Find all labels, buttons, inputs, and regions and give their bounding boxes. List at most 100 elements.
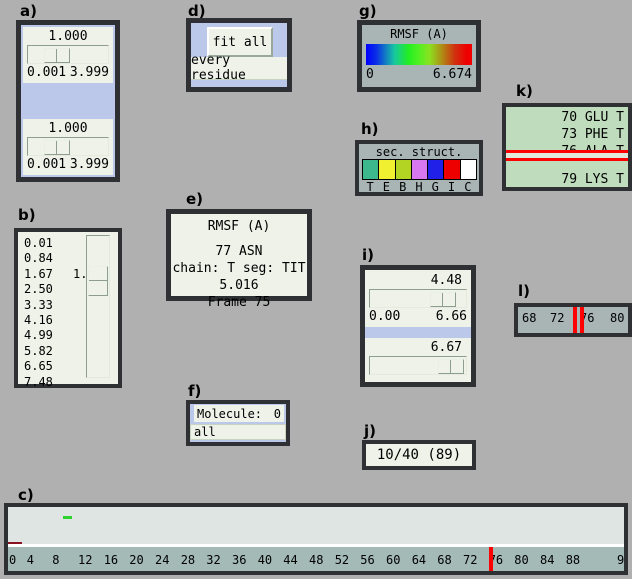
molecule-option-menu[interactable]: Molecule: 0 xyxy=(194,405,284,422)
colorbar-title: RMSF (A) xyxy=(366,27,472,42)
list-item[interactable]: 79 LYS T xyxy=(506,171,628,187)
slider-track[interactable] xyxy=(369,289,467,308)
slider-thumb[interactable] xyxy=(430,292,456,307)
slider-value: 1.000 xyxy=(26,121,110,136)
panel-label-b: b) xyxy=(18,206,36,224)
histogram-tick: 12 xyxy=(78,553,92,567)
scale-tick: 3.33 xyxy=(24,298,53,313)
info-residue: 77 ASN xyxy=(171,243,307,260)
histogram-tick: 88 xyxy=(566,553,580,567)
slider-separator-band xyxy=(365,327,471,338)
histogram-tick: 16 xyxy=(104,553,118,567)
slider-stack: 1.000 0.001 3.999 1.000 0.001 3.999 xyxy=(21,25,115,177)
scale-tick: 0.84 xyxy=(24,251,53,266)
scale-tick: 2.50 xyxy=(24,282,53,297)
histogram-tick: 56 xyxy=(360,553,374,567)
ruler-inner[interactable]: 68 72 76 80 xyxy=(518,307,628,333)
histogram-axis: 0481216202428323640444852566064687276808… xyxy=(8,544,624,571)
list-item[interactable]: 70 GLU T xyxy=(506,109,628,126)
slider-thumb[interactable] xyxy=(44,140,70,155)
molecule-selector-bg: Molecule: 0 all xyxy=(190,404,286,442)
ss-key: T xyxy=(362,180,378,194)
histogram-tick: 52 xyxy=(335,553,349,567)
panel-e-info-box: RMSF (A) 77 ASN chain: T seg: TIT 5.016 … xyxy=(166,209,312,301)
slider-track[interactable] xyxy=(27,45,109,64)
histogram-tick: 64 xyxy=(412,553,426,567)
ruler-tick: 68 xyxy=(522,311,536,325)
histogram-tick: 72 xyxy=(463,553,477,567)
slider-widget[interactable]: 4.48 0.00 6.66 xyxy=(365,270,471,327)
panel-label-h: h) xyxy=(361,120,379,138)
residue-list-inner[interactable]: 70 GLU T 73 PHE T 76 ALA T 79 LYS T 82 A… xyxy=(506,107,628,187)
slider-widget[interactable]: 1.000 0.001 3.999 xyxy=(23,119,113,175)
histogram-tick: 40 xyxy=(258,553,272,567)
info-title: RMSF (A) xyxy=(171,218,307,235)
residue-selection-highlight xyxy=(506,150,628,161)
scale-tick: 0.01 xyxy=(24,236,53,251)
histogram-tick: 68 xyxy=(437,553,451,567)
slider-min: 0.001 xyxy=(27,157,66,172)
slider-max: 3.999 xyxy=(70,65,109,80)
histogram-tick: 48 xyxy=(309,553,323,567)
ss-swatch-C xyxy=(460,159,477,180)
frame-counter-value: 10/40 (89) xyxy=(366,444,472,466)
histogram-frame-marker[interactable] xyxy=(489,547,493,571)
vertical-slider-track[interactable] xyxy=(86,235,110,378)
histogram-tick: 80 xyxy=(514,553,528,567)
selection-entry[interactable]: all xyxy=(190,424,286,440)
histogram-tick: 60 xyxy=(386,553,400,567)
colorbar-range: 0 6.674 xyxy=(366,65,472,82)
slider-max: 3.999 xyxy=(70,157,109,172)
info-frame: Frame 75 xyxy=(171,294,307,311)
panel-label-k: k) xyxy=(516,82,533,100)
ss-swatch-T xyxy=(362,159,379,180)
ss-key: H xyxy=(411,180,427,194)
panel-c-residue-histogram[interactable]: 0481216202428323640444852566064687276808… xyxy=(4,503,628,575)
ss-key: E xyxy=(378,180,394,194)
panel-label-i: i) xyxy=(362,246,374,264)
slider-thumb[interactable] xyxy=(44,48,70,63)
histogram-tick: 0 xyxy=(9,553,16,567)
scale-tick: 7.48 xyxy=(24,375,53,390)
panel-l-residue-ruler[interactable]: 68 72 76 80 xyxy=(514,303,632,337)
panel-k-residue-list[interactable]: 70 GLU T 73 PHE T 76 ALA T 79 LYS T 82 A… xyxy=(502,103,632,191)
slider-widget[interactable]: 1.000 0.001 3.999 xyxy=(23,27,113,83)
panel-j-frame-counter: 10/40 (89) xyxy=(362,440,476,470)
slider-value: 4.48 xyxy=(368,273,468,288)
histogram-plot[interactable]: 0481216202428323640444852566064687276808… xyxy=(8,507,624,571)
slider-thumb[interactable] xyxy=(438,359,464,374)
ss-legend-swatches xyxy=(362,159,476,180)
slider-range: 0.001 3.999 xyxy=(26,65,110,80)
panel-label-c: c) xyxy=(18,486,34,504)
panel-d-fit-controls: fit all every residue xyxy=(186,18,292,92)
slider-value: 6.67 xyxy=(368,340,468,355)
ss-key: C xyxy=(460,180,476,194)
panel-label-a: a) xyxy=(20,2,37,20)
list-item[interactable]: 73 PHE T xyxy=(506,126,628,143)
panel-label-e: e) xyxy=(186,190,203,208)
info-chain-seg: chain: T seg: TIT xyxy=(171,260,307,277)
slider-track[interactable] xyxy=(27,137,109,156)
panel-label-g: g) xyxy=(359,2,377,20)
ss-legend-keys: TEBHGIC xyxy=(362,180,476,194)
molecule-value: 0 xyxy=(274,407,281,421)
colorbar-min: 0 xyxy=(366,67,374,82)
histogram-tick: 44 xyxy=(283,553,297,567)
ss-swatch-G xyxy=(427,159,444,180)
scale-tick: 4.16 xyxy=(24,313,53,328)
slider-range: 0.00 6.66 xyxy=(368,309,468,324)
histogram-tick: 8 xyxy=(52,553,59,567)
panel-f-molecule-selector: Molecule: 0 all xyxy=(186,400,290,446)
range-slider-stack: 4.48 0.00 6.66 6.67 xyxy=(365,270,471,382)
slider-widget[interactable]: 6.67 xyxy=(365,338,471,382)
panel-label-j: j) xyxy=(364,422,376,440)
fit-selection-field[interactable]: every residue xyxy=(191,57,287,80)
ss-legend-inner: sec. struct. TEBHGIC xyxy=(359,144,479,192)
colorbar-gradient xyxy=(366,44,472,65)
scale-tick: 6.65 xyxy=(24,359,53,374)
slider-track[interactable] xyxy=(369,356,467,375)
histogram-tick: 24 xyxy=(155,553,169,567)
ss-legend-title: sec. struct. xyxy=(362,145,476,159)
vertical-slider-thumb[interactable] xyxy=(88,266,108,296)
histogram-tick: 4 xyxy=(27,553,34,567)
